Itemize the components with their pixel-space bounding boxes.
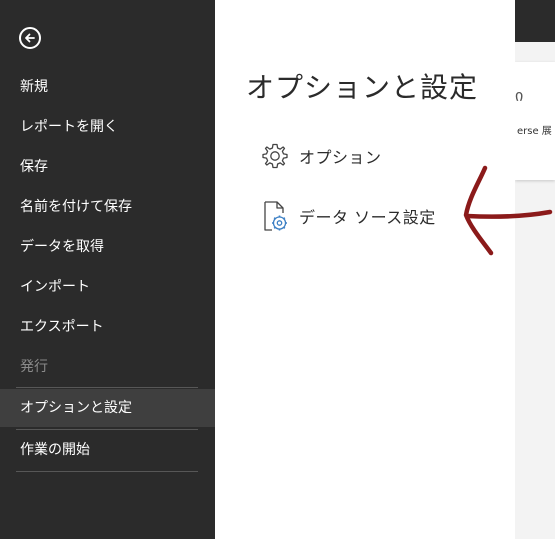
gear-icon (259, 138, 291, 174)
backstage-sidebar: 新規 レポートを開く 保存 名前を付けて保存 データを取得 インポート エクスポ… (0, 0, 215, 539)
menu-item-save[interactable]: 保存 (0, 148, 215, 186)
menu-item-get-data[interactable]: データを取得 (0, 228, 215, 266)
menu-separator (16, 429, 198, 430)
arrow-left-icon (25, 33, 35, 43)
background-card-icon: ი (515, 86, 524, 105)
options-pane: オプションと設定 オプション データ ソース設定 (215, 0, 515, 539)
background-app-panel: ი erse 展 (515, 0, 555, 539)
menu-separator (16, 387, 198, 388)
background-ribbon (515, 0, 555, 42)
background-card (515, 62, 555, 180)
document-gear-icon (259, 198, 291, 234)
menu-item-new[interactable]: 新規 (0, 68, 215, 106)
data-source-settings-button[interactable]: データ ソース設定 (259, 198, 436, 234)
menu-item-options-and-settings[interactable]: オプションと設定 (0, 389, 215, 427)
menu-item-getting-started[interactable]: 作業の開始 (0, 431, 215, 469)
page-title: オプションと設定 (246, 71, 479, 104)
menu-item-export[interactable]: エクスポート (0, 308, 215, 346)
options-label: オプション (299, 148, 382, 167)
menu-separator (16, 471, 198, 472)
background-card-text: erse 展 (517, 126, 552, 137)
menu-item-publish: 発行 (20, 359, 48, 375)
menu-item-save-as[interactable]: 名前を付けて保存 (0, 188, 215, 226)
data-source-settings-label: データ ソース設定 (299, 208, 436, 227)
options-button[interactable]: オプション (259, 138, 382, 174)
menu-item-open-report[interactable]: レポートを開く (0, 108, 215, 146)
menu-item-import[interactable]: インポート (0, 268, 215, 306)
back-button[interactable] (19, 27, 41, 49)
